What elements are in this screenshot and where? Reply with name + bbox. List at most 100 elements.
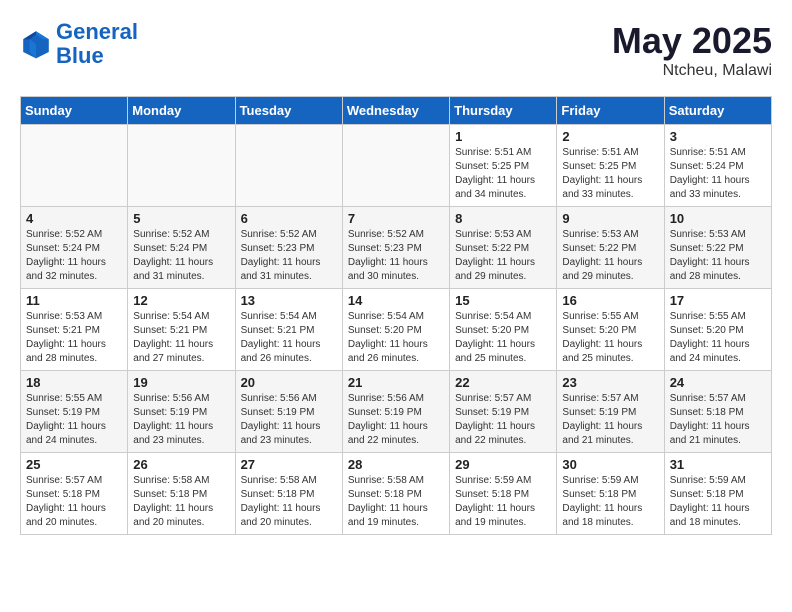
day-number: 12 — [133, 293, 229, 308]
day-info: Sunrise: 5:59 AMSunset: 5:18 PMDaylight:… — [562, 474, 658, 530]
calendar-cell: 17 Sunrise: 5:55 AMSunset: 5:20 PMDaylig… — [664, 289, 771, 371]
day-number: 20 — [241, 375, 337, 390]
day-info: Sunrise: 5:59 AMSunset: 5:18 PMDaylight:… — [670, 474, 766, 530]
calendar-cell: 10 Sunrise: 5:53 AMSunset: 5:22 PMDaylig… — [664, 207, 771, 289]
calendar-cell: 12 Sunrise: 5:54 AMSunset: 5:21 PMDaylig… — [128, 289, 235, 371]
page-header: General Blue May 2025 Ntcheu, Malawi — [20, 20, 772, 80]
day-number: 27 — [241, 457, 337, 472]
day-number: 25 — [26, 457, 122, 472]
calendar-cell: 14 Sunrise: 5:54 AMSunset: 5:20 PMDaylig… — [342, 289, 449, 371]
day-info: Sunrise: 5:54 AMSunset: 5:20 PMDaylight:… — [455, 310, 551, 366]
logo-icon — [20, 28, 52, 60]
week-row-5: 25 Sunrise: 5:57 AMSunset: 5:18 PMDaylig… — [21, 453, 772, 535]
day-number: 6 — [241, 211, 337, 226]
month-title: May 2025 — [612, 20, 772, 62]
day-info: Sunrise: 5:52 AMSunset: 5:24 PMDaylight:… — [133, 228, 229, 284]
week-row-1: 1 Sunrise: 5:51 AMSunset: 5:25 PMDayligh… — [21, 125, 772, 207]
calendar-cell: 23 Sunrise: 5:57 AMSunset: 5:19 PMDaylig… — [557, 371, 664, 453]
calendar-cell: 15 Sunrise: 5:54 AMSunset: 5:20 PMDaylig… — [450, 289, 557, 371]
weekday-header-wednesday: Wednesday — [342, 97, 449, 125]
calendar-cell: 31 Sunrise: 5:59 AMSunset: 5:18 PMDaylig… — [664, 453, 771, 535]
calendar-cell: 7 Sunrise: 5:52 AMSunset: 5:23 PMDayligh… — [342, 207, 449, 289]
day-info: Sunrise: 5:57 AMSunset: 5:18 PMDaylight:… — [670, 392, 766, 448]
calendar-cell — [235, 125, 342, 207]
day-info: Sunrise: 5:51 AMSunset: 5:24 PMDaylight:… — [670, 146, 766, 202]
calendar-cell: 30 Sunrise: 5:59 AMSunset: 5:18 PMDaylig… — [557, 453, 664, 535]
day-info: Sunrise: 5:52 AMSunset: 5:23 PMDaylight:… — [348, 228, 444, 284]
weekday-header-saturday: Saturday — [664, 97, 771, 125]
day-number: 26 — [133, 457, 229, 472]
day-number: 14 — [348, 293, 444, 308]
day-number: 4 — [26, 211, 122, 226]
calendar-cell: 9 Sunrise: 5:53 AMSunset: 5:22 PMDayligh… — [557, 207, 664, 289]
day-info: Sunrise: 5:58 AMSunset: 5:18 PMDaylight:… — [133, 474, 229, 530]
day-number: 22 — [455, 375, 551, 390]
weekday-header-thursday: Thursday — [450, 97, 557, 125]
calendar-cell: 8 Sunrise: 5:53 AMSunset: 5:22 PMDayligh… — [450, 207, 557, 289]
day-info: Sunrise: 5:57 AMSunset: 5:18 PMDaylight:… — [26, 474, 122, 530]
weekday-header-tuesday: Tuesday — [235, 97, 342, 125]
weekday-header-row: SundayMondayTuesdayWednesdayThursdayFrid… — [21, 97, 772, 125]
calendar-cell: 27 Sunrise: 5:58 AMSunset: 5:18 PMDaylig… — [235, 453, 342, 535]
calendar-table: SundayMondayTuesdayWednesdayThursdayFrid… — [20, 96, 772, 535]
day-number: 1 — [455, 129, 551, 144]
day-info: Sunrise: 5:53 AMSunset: 5:22 PMDaylight:… — [562, 228, 658, 284]
day-info: Sunrise: 5:54 AMSunset: 5:20 PMDaylight:… — [348, 310, 444, 366]
day-number: 13 — [241, 293, 337, 308]
day-info: Sunrise: 5:55 AMSunset: 5:20 PMDaylight:… — [670, 310, 766, 366]
calendar-cell: 20 Sunrise: 5:56 AMSunset: 5:19 PMDaylig… — [235, 371, 342, 453]
week-row-3: 11 Sunrise: 5:53 AMSunset: 5:21 PMDaylig… — [21, 289, 772, 371]
calendar-cell: 13 Sunrise: 5:54 AMSunset: 5:21 PMDaylig… — [235, 289, 342, 371]
logo: General Blue — [20, 20, 138, 68]
calendar-cell: 29 Sunrise: 5:59 AMSunset: 5:18 PMDaylig… — [450, 453, 557, 535]
calendar-cell: 5 Sunrise: 5:52 AMSunset: 5:24 PMDayligh… — [128, 207, 235, 289]
calendar-cell — [21, 125, 128, 207]
day-info: Sunrise: 5:55 AMSunset: 5:19 PMDaylight:… — [26, 392, 122, 448]
day-number: 3 — [670, 129, 766, 144]
day-info: Sunrise: 5:58 AMSunset: 5:18 PMDaylight:… — [348, 474, 444, 530]
day-info: Sunrise: 5:56 AMSunset: 5:19 PMDaylight:… — [348, 392, 444, 448]
day-number: 16 — [562, 293, 658, 308]
calendar-cell: 28 Sunrise: 5:58 AMSunset: 5:18 PMDaylig… — [342, 453, 449, 535]
day-number: 5 — [133, 211, 229, 226]
day-info: Sunrise: 5:54 AMSunset: 5:21 PMDaylight:… — [133, 310, 229, 366]
week-row-4: 18 Sunrise: 5:55 AMSunset: 5:19 PMDaylig… — [21, 371, 772, 453]
day-number: 17 — [670, 293, 766, 308]
day-info: Sunrise: 5:59 AMSunset: 5:18 PMDaylight:… — [455, 474, 551, 530]
calendar-cell: 6 Sunrise: 5:52 AMSunset: 5:23 PMDayligh… — [235, 207, 342, 289]
day-info: Sunrise: 5:57 AMSunset: 5:19 PMDaylight:… — [455, 392, 551, 448]
calendar-cell — [128, 125, 235, 207]
day-info: Sunrise: 5:52 AMSunset: 5:23 PMDaylight:… — [241, 228, 337, 284]
calendar-cell: 18 Sunrise: 5:55 AMSunset: 5:19 PMDaylig… — [21, 371, 128, 453]
logo-blue: Blue — [56, 43, 104, 68]
day-info: Sunrise: 5:51 AMSunset: 5:25 PMDaylight:… — [562, 146, 658, 202]
day-number: 11 — [26, 293, 122, 308]
calendar-cell: 19 Sunrise: 5:56 AMSunset: 5:19 PMDaylig… — [128, 371, 235, 453]
day-number: 31 — [670, 457, 766, 472]
title-block: May 2025 Ntcheu, Malawi — [612, 20, 772, 80]
logo-general: General — [56, 19, 138, 44]
weekday-header-monday: Monday — [128, 97, 235, 125]
day-number: 28 — [348, 457, 444, 472]
day-number: 15 — [455, 293, 551, 308]
location: Ntcheu, Malawi — [612, 62, 772, 80]
day-info: Sunrise: 5:56 AMSunset: 5:19 PMDaylight:… — [133, 392, 229, 448]
day-number: 9 — [562, 211, 658, 226]
calendar-cell: 26 Sunrise: 5:58 AMSunset: 5:18 PMDaylig… — [128, 453, 235, 535]
day-info: Sunrise: 5:57 AMSunset: 5:19 PMDaylight:… — [562, 392, 658, 448]
day-info: Sunrise: 5:56 AMSunset: 5:19 PMDaylight:… — [241, 392, 337, 448]
calendar-cell: 3 Sunrise: 5:51 AMSunset: 5:24 PMDayligh… — [664, 125, 771, 207]
day-info: Sunrise: 5:58 AMSunset: 5:18 PMDaylight:… — [241, 474, 337, 530]
day-number: 18 — [26, 375, 122, 390]
weekday-header-friday: Friday — [557, 97, 664, 125]
calendar-cell: 1 Sunrise: 5:51 AMSunset: 5:25 PMDayligh… — [450, 125, 557, 207]
day-info: Sunrise: 5:53 AMSunset: 5:22 PMDaylight:… — [670, 228, 766, 284]
day-info: Sunrise: 5:54 AMSunset: 5:21 PMDaylight:… — [241, 310, 337, 366]
day-info: Sunrise: 5:52 AMSunset: 5:24 PMDaylight:… — [26, 228, 122, 284]
day-number: 10 — [670, 211, 766, 226]
day-number: 23 — [562, 375, 658, 390]
week-row-2: 4 Sunrise: 5:52 AMSunset: 5:24 PMDayligh… — [21, 207, 772, 289]
weekday-header-sunday: Sunday — [21, 97, 128, 125]
day-number: 30 — [562, 457, 658, 472]
calendar-cell: 16 Sunrise: 5:55 AMSunset: 5:20 PMDaylig… — [557, 289, 664, 371]
